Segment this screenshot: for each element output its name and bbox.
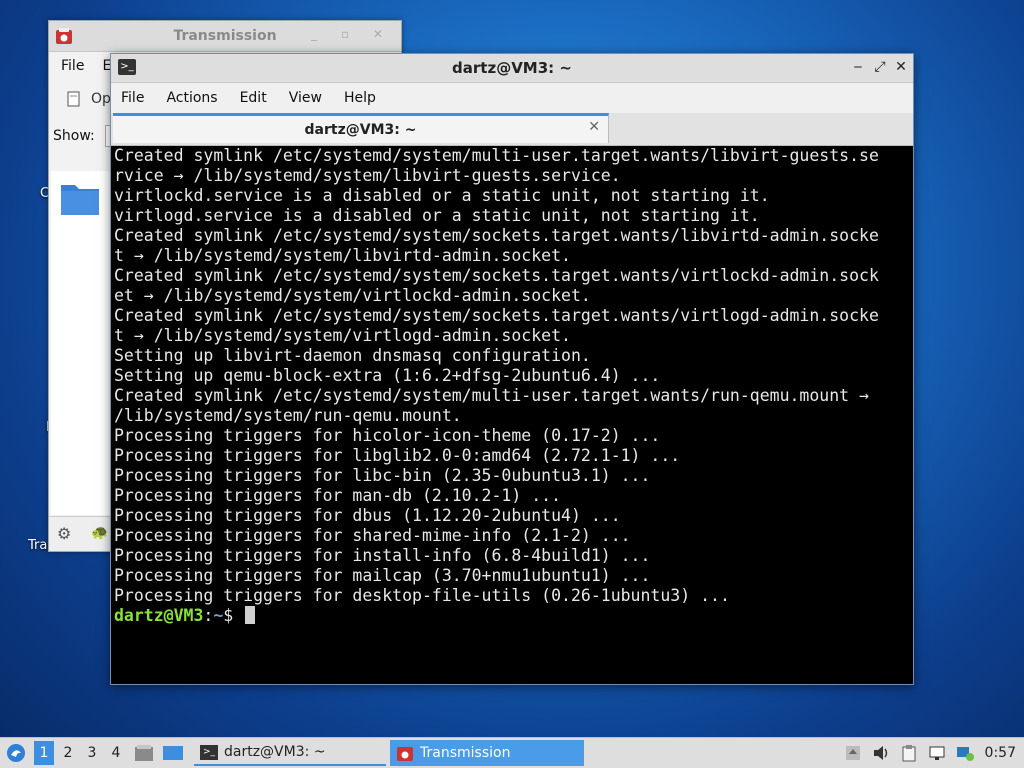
transmission-menu-file[interactable]: File [61, 58, 84, 74]
terminal-line: Processing triggers for libglib2.0-0:amd… [114, 446, 681, 465]
terminal-line: Processing triggers for hicolor-icon-the… [114, 426, 661, 445]
terminal-line: Created symlink /etc/systemd/system/mult… [114, 146, 879, 165]
settings-gear-icon[interactable]: ⚙ [57, 524, 71, 543]
terminal-line: /lib/systemd/system/run-qemu.mount. [114, 406, 462, 425]
close-button[interactable]: ✕ [892, 58, 910, 76]
prompt-separator: : [203, 606, 214, 625]
terminal-line: Processing triggers for mailcap (3.70+nm… [114, 566, 651, 585]
clock[interactable]: 0:57 [985, 745, 1016, 761]
workspace-3[interactable]: 3 [82, 741, 102, 765]
filter-label: Show: [53, 128, 95, 144]
app-menu-icon[interactable] [6, 743, 26, 763]
terminal-line: virtlogd.service is a disabled or a stat… [114, 206, 760, 225]
terminal-line: Processing triggers for shared-mime-info… [114, 526, 631, 545]
menu-view[interactable]: View [289, 90, 322, 106]
taskbar: 1 2 3 4 >_ dartz@VM3: ~ Transmission 0:5… [0, 737, 1024, 768]
workspace-2[interactable]: 2 [58, 741, 78, 765]
prompt-path: ~ [213, 606, 224, 625]
volume-icon[interactable] [872, 744, 890, 762]
terminal-line: t → /lib/systemd/system/virtlogd-admin.s… [114, 326, 571, 345]
terminal-prompt-line[interactable]: dartz@VM3:~$ [114, 606, 910, 626]
clipboard-icon[interactable] [900, 744, 918, 762]
menu-actions[interactable]: Actions [166, 90, 217, 106]
terminal-line: t → /lib/systemd/system/libvirtd-admin.s… [114, 246, 571, 265]
open-file-icon[interactable] [67, 91, 81, 107]
terminal-lines: Created symlink /etc/systemd/system/mult… [114, 146, 910, 606]
terminal-app-icon: >_ [118, 59, 136, 75]
desktop-icon-label-3: Tra [28, 538, 48, 553]
terminal-line: Created symlink /etc/systemd/system/sock… [114, 306, 879, 325]
transmission-window-controls[interactable]: _ ▫ ✕ [311, 27, 393, 41]
terminal-line: Setting up libvirt-daemon dnsmasq config… [114, 346, 591, 365]
text-cursor [245, 606, 256, 624]
file-manager-icon[interactable] [134, 744, 154, 762]
task-transmission[interactable]: Transmission [390, 740, 584, 766]
task-transmission-icon [397, 747, 413, 761]
maximize-button[interactable]: ⤢ [871, 58, 889, 76]
terminal-line: Processing triggers for dbus (1.12.20-2u… [114, 506, 621, 525]
terminal-line: rvice → /lib/systemd/system/libvirt-gues… [114, 166, 621, 185]
terminal-line: Setting up qemu-block-extra (1:6.2+dfsg-… [114, 366, 661, 385]
task-terminal-icon: >_ [200, 744, 218, 760]
terminal-title: dartz@VM3: ~ [452, 59, 572, 77]
terminal-line: et → /lib/systemd/system/virtlockd-admin… [114, 286, 591, 305]
open-button-label[interactable]: Op [91, 91, 111, 107]
turtle-speed-icon[interactable]: 🐢 [91, 525, 108, 541]
workspace-4[interactable]: 4 [106, 741, 126, 765]
show-desktop-icon[interactable] [162, 744, 184, 762]
terminal-tab[interactable]: dartz@VM3: ~ ✕ [113, 113, 609, 143]
terminal-line: Processing triggers for install-info (6.… [114, 546, 651, 565]
network-icon[interactable] [928, 744, 946, 762]
update-notifier-icon[interactable] [956, 744, 974, 762]
menu-file[interactable]: File [121, 90, 144, 106]
task-terminal[interactable]: >_ dartz@VM3: ~ [194, 740, 386, 766]
terminal-line: Processing triggers for desktop-file-uti… [114, 586, 730, 605]
terminal-line: Created symlink /etc/systemd/system/sock… [114, 226, 879, 245]
terminal-line: Processing triggers for man-db (2.10.2-1… [114, 486, 562, 505]
menu-help[interactable]: Help [344, 90, 376, 106]
terminal-menubar: File Actions Edit View Help [111, 83, 913, 113]
prompt-user: dartz@VM3 [114, 606, 204, 625]
minimize-button[interactable]: ‒ [849, 58, 867, 76]
terminal-tabbar: dartz@VM3: ~ ✕ [111, 113, 913, 146]
tab-close-icon[interactable]: ✕ [588, 119, 600, 135]
task-transmission-label: Transmission [420, 745, 511, 761]
terminal-output[interactable]: Created symlink /etc/systemd/system/mult… [114, 146, 910, 681]
eject-icon[interactable] [844, 744, 862, 762]
menu-edit[interactable]: Edit [240, 90, 267, 106]
task-terminal-label: dartz@VM3: ~ [224, 744, 326, 760]
terminal-line: Created symlink /etc/systemd/system/sock… [114, 266, 879, 285]
terminal-line: virtlockd.service is a disabled or a sta… [114, 186, 770, 205]
terminal-window[interactable]: >_ dartz@VM3: ~ ‒ ⤢ ✕ File Actions Edit … [110, 53, 914, 685]
transmission-titlebar[interactable]: Transmission _ ▫ ✕ [49, 21, 401, 52]
prompt-symbol: $ [223, 606, 234, 625]
folder-icon [61, 185, 99, 215]
terminal-line: Processing triggers for libc-bin (2.35-0… [114, 466, 651, 485]
workspace-1[interactable]: 1 [34, 741, 54, 765]
terminal-line: Created symlink /etc/systemd/system/mult… [114, 386, 869, 405]
terminal-titlebar[interactable]: >_ dartz@VM3: ~ ‒ ⤢ ✕ [111, 54, 913, 83]
terminal-tab-title: dartz@VM3: ~ [304, 121, 417, 138]
transmission-app-icon [56, 28, 72, 44]
